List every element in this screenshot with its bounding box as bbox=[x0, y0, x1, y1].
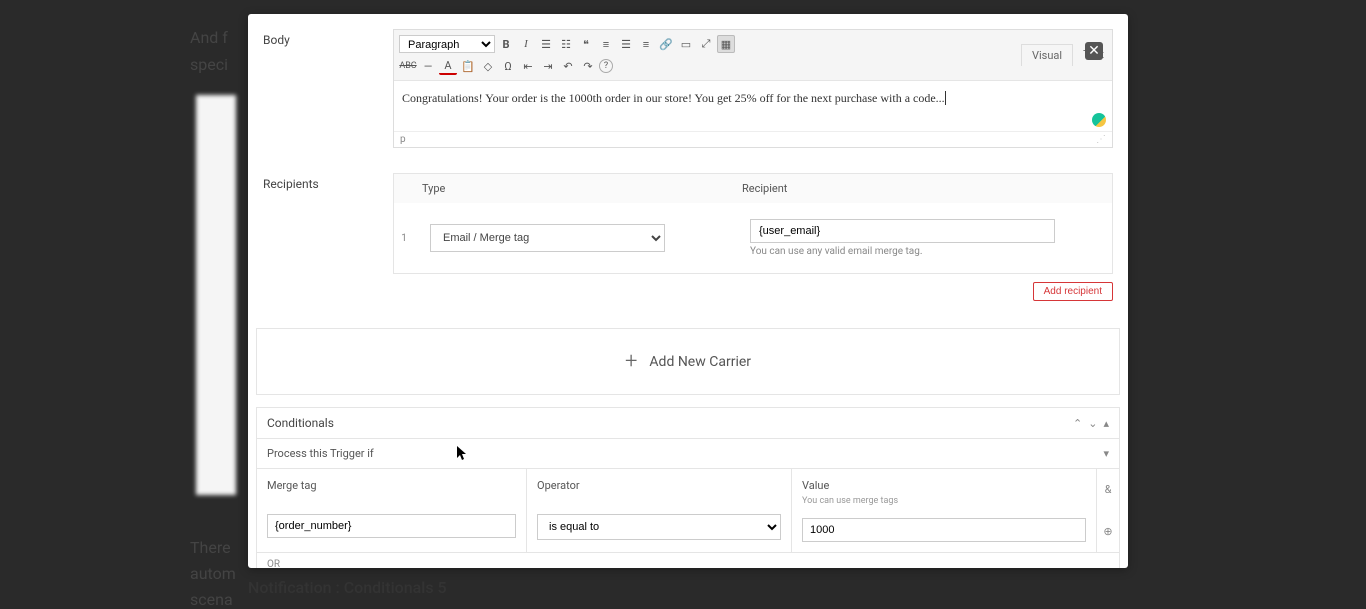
align-right-icon[interactable]: ≡ bbox=[637, 35, 655, 53]
align-left-icon[interactable]: ≡ bbox=[597, 35, 615, 53]
special-char-icon[interactable]: Ω bbox=[499, 57, 517, 75]
strikethrough-icon[interactable]: ABC bbox=[399, 57, 417, 75]
chevron-down-icon[interactable]: ⌄ bbox=[1088, 417, 1097, 430]
value-hint: You can use merge tags bbox=[802, 496, 1086, 506]
or-label: OR bbox=[257, 552, 1119, 568]
col-recipient-header: Recipient bbox=[734, 174, 1112, 203]
body-text: Congratulations! Your order is the 1000t… bbox=[402, 91, 945, 105]
dropdown-icon: ▾ bbox=[1103, 447, 1109, 460]
bg-text: There bbox=[190, 538, 231, 557]
tab-visual[interactable]: Visual bbox=[1021, 44, 1073, 66]
operator-select[interactable]: is equal to bbox=[537, 514, 781, 540]
toolbar-toggle-icon[interactable]: ▦ bbox=[717, 35, 735, 53]
col-type-header: Type bbox=[414, 174, 734, 203]
number-list-icon[interactable]: ☷ bbox=[557, 35, 575, 53]
wysiwyg-editor: Paragraph B I ☰ ☷ ❝ ≡ ☰ ≡ 🔗 ▭ ⤢ ▦ bbox=[393, 29, 1113, 148]
recipients-table: Type Recipient 1 Email / Merge tag You c… bbox=[393, 173, 1113, 274]
body-label: Body bbox=[263, 29, 393, 148]
element-path: p bbox=[400, 134, 406, 145]
editor-textarea[interactable]: Congratulations! Your order is the 1000t… bbox=[394, 81, 1112, 131]
format-select[interactable]: Paragraph bbox=[399, 35, 495, 53]
italic-icon[interactable]: I bbox=[517, 35, 535, 53]
bullet-list-icon[interactable]: ☰ bbox=[537, 35, 555, 53]
trigger-condition-select[interactable]: Process this Trigger if ▾ bbox=[257, 439, 1119, 469]
undo-icon[interactable]: ↶ bbox=[559, 57, 577, 75]
help-icon[interactable]: ? bbox=[599, 59, 613, 73]
bg-text: autom bbox=[190, 564, 236, 583]
body-section: Body Paragraph B I ☰ ☷ ❝ ≡ ☰ ≡ bbox=[248, 14, 1128, 163]
plus-icon: + bbox=[625, 349, 637, 374]
editor-toolbar: Paragraph B I ☰ ☷ ❝ ≡ ☰ ≡ 🔗 ▭ ⤢ ▦ bbox=[394, 30, 1112, 81]
indent-icon[interactable]: ⇥ bbox=[539, 57, 557, 75]
readmore-icon[interactable]: ▭ bbox=[677, 35, 695, 53]
clear-format-icon[interactable]: ◇ bbox=[479, 57, 497, 75]
recipient-type-select[interactable]: Email / Merge tag bbox=[430, 224, 665, 252]
fullscreen-icon[interactable]: ⤢ bbox=[697, 35, 715, 53]
close-button[interactable]: ✕ bbox=[1085, 42, 1103, 60]
modal-lightbox: Visual Text Body Paragraph B I ☰ ☷ ❝ ≡ bbox=[248, 14, 1128, 568]
outdent-icon[interactable]: ⇤ bbox=[519, 57, 537, 75]
recipients-section: Recipients Type Recipient 1 Email / Merg… bbox=[248, 163, 1128, 316]
resize-handle-icon[interactable]: ⋰ bbox=[1096, 134, 1106, 145]
conditionals-section: Conditionals ⌃ ⌄ ▴ Process this Trigger … bbox=[256, 407, 1120, 568]
add-carrier-label: Add New Carrier bbox=[649, 354, 751, 370]
conditionals-title: Conditionals bbox=[267, 416, 334, 430]
add-carrier-button[interactable]: + Add New Carrier bbox=[256, 328, 1120, 395]
row-number: 1 bbox=[394, 225, 414, 252]
bg-text: And f bbox=[190, 28, 228, 47]
paste-text-icon[interactable]: 📋 bbox=[459, 57, 477, 75]
hr-icon[interactable]: — bbox=[419, 57, 437, 75]
recipient-row: 1 Email / Merge tag You can use any vali… bbox=[394, 203, 1112, 273]
bg-panel bbox=[196, 95, 236, 495]
bold-icon[interactable]: B bbox=[497, 35, 515, 53]
text-color-icon[interactable]: A bbox=[439, 57, 457, 75]
add-recipient-button[interactable]: Add recipient bbox=[1033, 282, 1113, 301]
collapse-icon[interactable]: ▴ bbox=[1103, 417, 1109, 430]
editor-statusbar: p ⋰ bbox=[394, 131, 1112, 147]
and-button[interactable]: & bbox=[1105, 483, 1112, 496]
bg-text: speci bbox=[190, 55, 228, 74]
chevron-up-icon[interactable]: ⌃ bbox=[1073, 417, 1082, 430]
blockquote-icon[interactable]: ❝ bbox=[577, 35, 595, 53]
recipient-hint: You can use any valid email merge tag. bbox=[750, 246, 1104, 257]
merge-tag-input[interactable] bbox=[267, 514, 516, 538]
redo-icon[interactable]: ↷ bbox=[579, 57, 597, 75]
condition-row: Merge tag Operator is equal to Value You… bbox=[257, 469, 1119, 552]
recipient-value-input[interactable] bbox=[750, 219, 1055, 243]
add-condition-icon[interactable]: ⊕ bbox=[1103, 525, 1112, 538]
operator-label: Operator bbox=[537, 479, 781, 492]
value-input[interactable] bbox=[802, 518, 1086, 542]
image-caption: Notification : Conditionals 5 bbox=[248, 578, 447, 597]
link-icon[interactable]: 🔗 bbox=[657, 35, 675, 53]
value-label: Value bbox=[802, 479, 1086, 492]
bg-text: scena bbox=[190, 590, 233, 609]
align-center-icon[interactable]: ☰ bbox=[617, 35, 635, 53]
grammarly-icon[interactable] bbox=[1092, 113, 1106, 127]
merge-tag-label: Merge tag bbox=[267, 479, 516, 492]
recipients-label: Recipients bbox=[263, 173, 393, 301]
